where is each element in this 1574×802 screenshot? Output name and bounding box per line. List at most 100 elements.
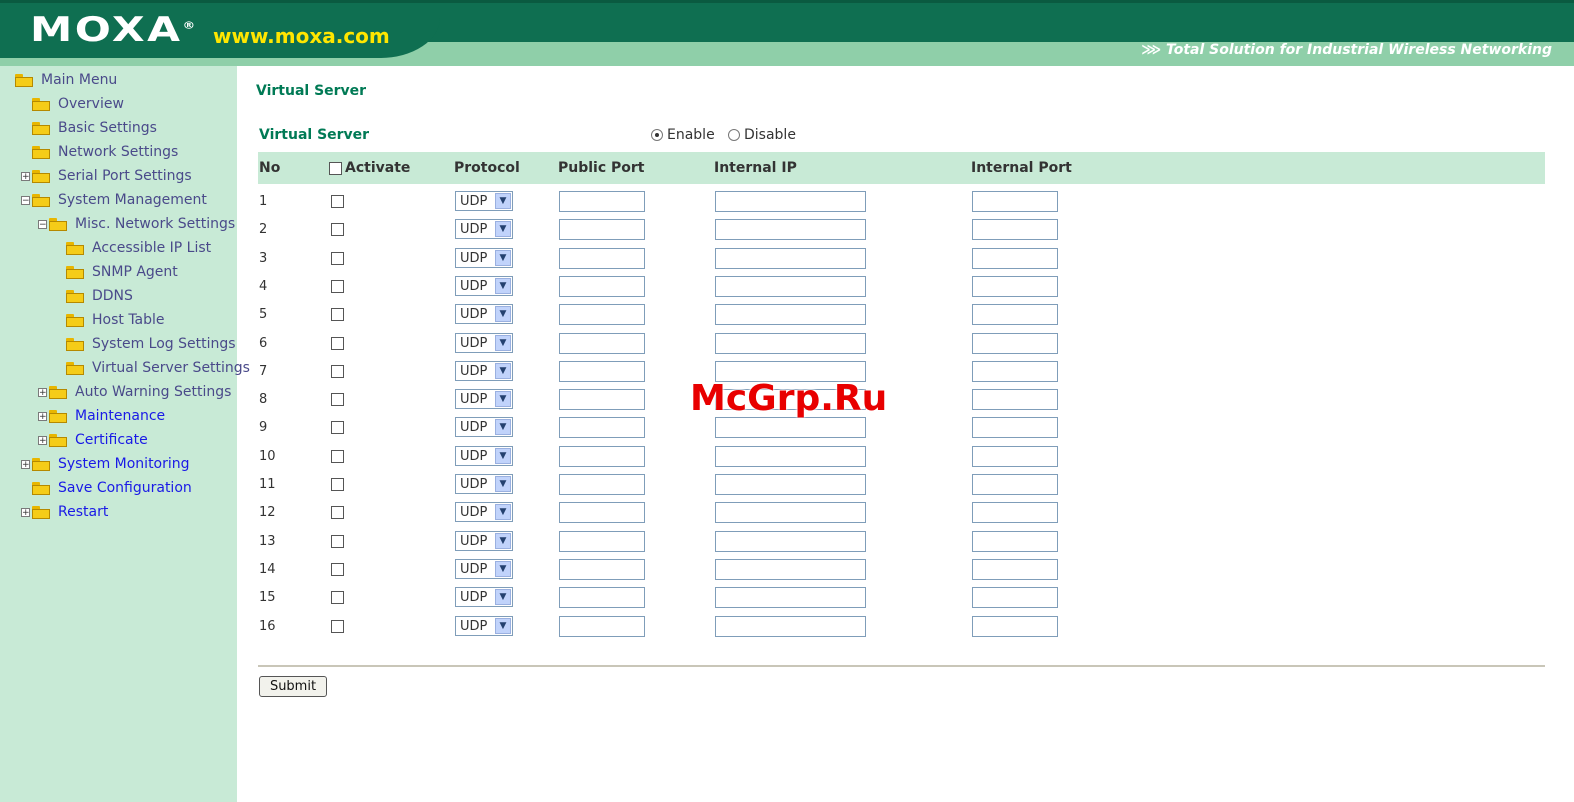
chevron-down-icon[interactable]: ▼	[495, 221, 511, 238]
sidebar-item[interactable]: − Misc. Network Settings	[38, 214, 235, 234]
chevron-down-icon[interactable]: ▼	[495, 419, 511, 436]
activate-checkbox[interactable]	[331, 478, 344, 491]
protocol-select[interactable]: UDP ▼	[455, 474, 513, 494]
internal-port-input[interactable]	[972, 417, 1058, 439]
disable-radio-option[interactable]: Disable	[728, 127, 796, 143]
expand-icon[interactable]: +	[38, 411, 47, 421]
internal-ip-input[interactable]	[715, 304, 866, 326]
protocol-select[interactable]: UDP ▼	[455, 502, 513, 523]
sidebar-item[interactable]: Accessible IP List	[55, 238, 211, 258]
public-port-input[interactable]	[559, 558, 645, 580]
public-port-input[interactable]	[559, 304, 645, 326]
sidebar-item[interactable]: System Log Settings	[55, 334, 236, 354]
protocol-select[interactable]: UDP ▼	[455, 615, 513, 636]
internal-ip-input[interactable]	[715, 247, 866, 269]
protocol-select[interactable]: UDP ▼	[455, 332, 513, 353]
sidebar-item[interactable]: Overview	[21, 94, 124, 114]
public-port-input[interactable]	[559, 615, 645, 637]
internal-port-input[interactable]	[972, 332, 1058, 354]
internal-port-input[interactable]	[972, 219, 1058, 241]
internal-ip-input[interactable]	[715, 587, 866, 609]
internal-ip-input[interactable]	[715, 219, 866, 241]
collapse-icon[interactable]: −	[38, 219, 47, 229]
chevron-down-icon[interactable]: ▼	[495, 560, 511, 577]
activate-checkbox[interactable]	[331, 336, 344, 350]
activate-checkbox[interactable]	[331, 449, 344, 463]
collapse-icon[interactable]: −	[21, 195, 30, 205]
internal-port-input[interactable]	[972, 247, 1058, 269]
public-port-input[interactable]	[559, 445, 645, 467]
public-port-input[interactable]	[559, 502, 645, 524]
sidebar-item[interactable]: + Certificate	[38, 430, 148, 450]
chevron-down-icon[interactable]: ▼	[495, 391, 511, 408]
chevron-down-icon[interactable]: ▼	[495, 249, 511, 266]
chevron-down-icon[interactable]: ▼	[495, 447, 511, 464]
sidebar-item[interactable]: Main Menu	[4, 70, 117, 90]
sidebar-item[interactable]: Basic Settings	[21, 118, 157, 138]
public-port-input[interactable]	[559, 247, 645, 269]
expand-icon[interactable]: +	[38, 435, 47, 445]
public-port-input[interactable]	[559, 417, 645, 439]
sidebar-item[interactable]: + Restart	[21, 502, 108, 522]
protocol-select[interactable]: UDP ▼	[455, 191, 513, 211]
internal-port-input[interactable]	[972, 360, 1058, 382]
internal-ip-input[interactable]	[715, 275, 866, 297]
protocol-select[interactable]: UDP ▼	[455, 417, 513, 438]
activate-checkbox[interactable]	[331, 195, 344, 208]
enable-radio-option[interactable]: Enable	[651, 127, 715, 143]
chevron-down-icon[interactable]: ▼	[495, 306, 511, 323]
internal-port-input[interactable]	[972, 587, 1058, 609]
internal-port-input[interactable]	[972, 615, 1058, 637]
protocol-select[interactable]: UDP ▼	[455, 247, 513, 268]
internal-port-input[interactable]	[972, 275, 1058, 297]
enable-radio[interactable]	[651, 129, 663, 141]
chevron-down-icon[interactable]: ▼	[495, 504, 511, 521]
activate-checkbox[interactable]	[331, 308, 344, 322]
protocol-select[interactable]: UDP ▼	[455, 219, 513, 240]
chevron-down-icon[interactable]: ▼	[495, 589, 511, 606]
public-port-input[interactable]	[559, 389, 645, 411]
protocol-select[interactable]: UDP ▼	[455, 304, 513, 325]
internal-ip-input[interactable]	[715, 332, 866, 354]
protocol-select[interactable]: UDP ▼	[455, 558, 513, 579]
chevron-down-icon[interactable]: ▼	[495, 277, 511, 294]
internal-port-input[interactable]	[972, 530, 1058, 552]
public-port-input[interactable]	[559, 474, 645, 495]
expand-icon[interactable]: +	[21, 171, 30, 181]
activate-checkbox[interactable]	[331, 393, 344, 407]
chevron-down-icon[interactable]: ▼	[495, 476, 511, 492]
protocol-select[interactable]: UDP ▼	[455, 360, 513, 381]
internal-port-input[interactable]	[972, 445, 1058, 467]
public-port-input[interactable]	[559, 332, 645, 354]
internal-ip-input[interactable]	[715, 445, 866, 467]
protocol-select[interactable]: UDP ▼	[455, 587, 513, 608]
sidebar-item[interactable]: Save Configuration	[21, 478, 192, 498]
activate-checkbox[interactable]	[331, 591, 344, 605]
activate-all-checkbox[interactable]	[329, 161, 342, 175]
chevron-down-icon[interactable]: ▼	[495, 193, 511, 209]
internal-ip-input[interactable]	[715, 615, 866, 637]
sidebar-item[interactable]: + Auto Warning Settings	[38, 382, 231, 402]
protocol-select[interactable]: UDP ▼	[455, 389, 513, 410]
disable-radio[interactable]	[728, 129, 740, 141]
protocol-select[interactable]: UDP ▼	[455, 530, 513, 551]
sidebar-item[interactable]: + Maintenance	[38, 406, 165, 426]
chevron-down-icon[interactable]: ▼	[495, 362, 511, 379]
internal-ip-input[interactable]	[715, 474, 866, 495]
internal-ip-input[interactable]	[715, 191, 866, 212]
activate-checkbox[interactable]	[331, 421, 344, 435]
sidebar-item[interactable]: + System Monitoring	[21, 454, 190, 474]
activate-checkbox[interactable]	[331, 364, 344, 378]
public-port-input[interactable]	[559, 219, 645, 241]
internal-ip-input[interactable]	[715, 502, 866, 524]
chevron-down-icon[interactable]: ▼	[495, 334, 511, 351]
activate-checkbox[interactable]	[331, 506, 344, 520]
protocol-select[interactable]: UDP ▼	[455, 275, 513, 296]
internal-ip-input[interactable]	[715, 530, 866, 552]
public-port-input[interactable]	[559, 530, 645, 552]
expand-icon[interactable]: +	[21, 507, 30, 517]
activate-checkbox[interactable]	[331, 534, 344, 548]
internal-port-input[interactable]	[972, 304, 1058, 326]
internal-port-input[interactable]	[972, 389, 1058, 411]
sidebar-item[interactable]: Virtual Server Settings	[55, 358, 250, 378]
